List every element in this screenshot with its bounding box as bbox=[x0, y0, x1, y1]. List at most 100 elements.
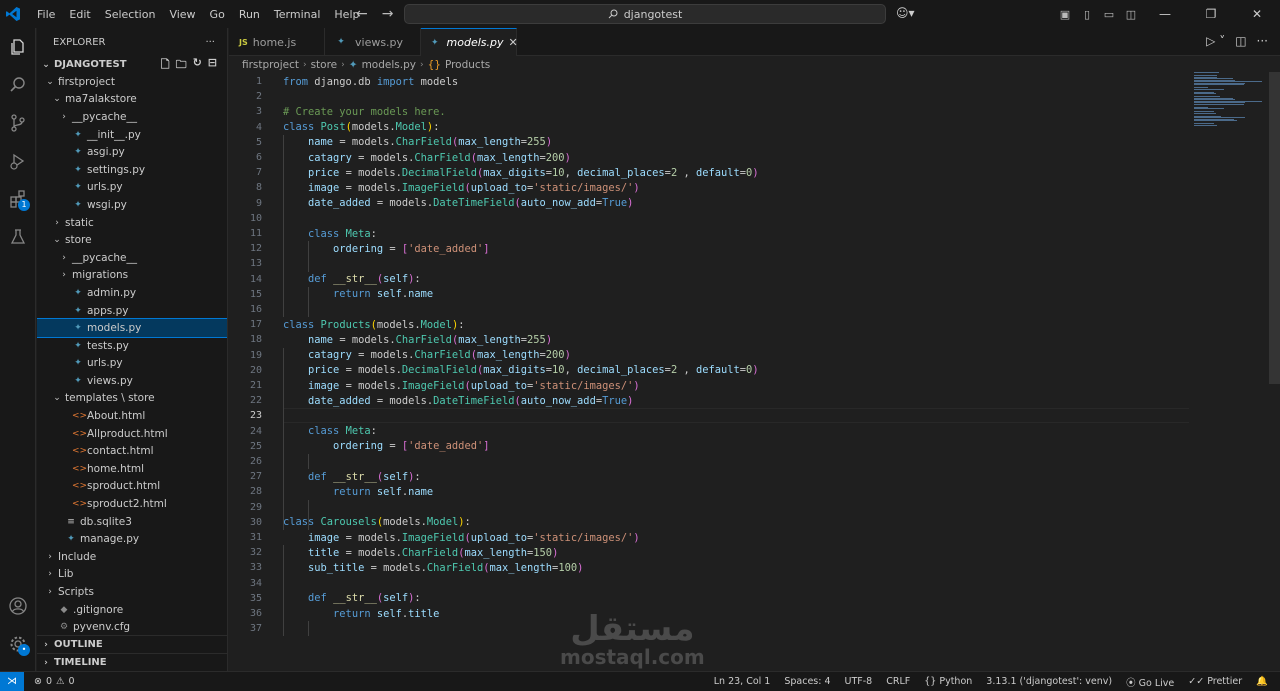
tree-item[interactable]: <> sproduct2.html bbox=[37, 495, 227, 513]
menu-edit[interactable]: Edit bbox=[62, 8, 97, 21]
line-number: 22 bbox=[249, 395, 262, 407]
prettier-button[interactable]: ✓✓ Prettier bbox=[1188, 676, 1242, 687]
forward-arrow-icon[interactable]: → bbox=[382, 6, 394, 22]
timeline-section[interactable]: › TIMELINE bbox=[37, 653, 227, 671]
code-editor[interactable]: 1 from django.db import models 2 3 # Create … bbox=[229, 72, 1280, 671]
maximize-button[interactable]: ❐ bbox=[1188, 0, 1234, 28]
minimize-button[interactable]: — bbox=[1142, 0, 1188, 28]
tree-item[interactable]: ✦ tests.py bbox=[37, 337, 227, 355]
end-of-line[interactable]: CRLF bbox=[886, 676, 910, 687]
command-center-search[interactable]: djangotest bbox=[404, 4, 886, 24]
tree-item[interactable]: › __pycache__ bbox=[37, 108, 227, 126]
vertical-scrollbar[interactable] bbox=[1269, 72, 1280, 384]
split-editor-icon[interactable]: ◫ bbox=[1235, 34, 1246, 48]
tree-item[interactable]: ✦ urls.py bbox=[37, 179, 227, 197]
python-interpreter[interactable]: 3.13.1 ('djangotest': venv) bbox=[986, 676, 1112, 687]
breadcrumb-item[interactable]: Products bbox=[445, 59, 490, 71]
extensions-activity[interactable]: 1 bbox=[0, 180, 36, 218]
tree-item[interactable]: <> About.html bbox=[37, 407, 227, 425]
tree-item[interactable]: › Lib bbox=[37, 566, 227, 584]
tree-item[interactable]: › __pycache__ bbox=[37, 249, 227, 267]
indentation[interactable]: Spaces: 4 bbox=[784, 676, 830, 687]
tree-item[interactable]: › migrations bbox=[37, 267, 227, 285]
tree-item[interactable]: ⌄ templates \ store bbox=[37, 390, 227, 408]
tree-item[interactable]: <> sproduct.html bbox=[37, 478, 227, 496]
toggle-sidebar-icon[interactable]: ▯ bbox=[1076, 8, 1098, 21]
tree-item[interactable]: › Scripts bbox=[37, 583, 227, 601]
tree-item[interactable]: ✦ settings.py bbox=[37, 161, 227, 179]
tree-item[interactable]: ✦ urls.py bbox=[37, 355, 227, 373]
menu-view[interactable]: View bbox=[162, 8, 202, 21]
tree-item[interactable]: ⌄ firstproject bbox=[37, 73, 227, 91]
tab-views-py[interactable]: ✦ views.py bbox=[325, 28, 421, 56]
notifications-icon[interactable]: 🔔 bbox=[1256, 676, 1268, 687]
testing-activity[interactable] bbox=[0, 218, 36, 256]
menu-terminal[interactable]: Terminal bbox=[267, 8, 328, 21]
collapse-all-icon[interactable]: ⊟ bbox=[208, 56, 217, 75]
menu-run[interactable]: Run bbox=[232, 8, 267, 21]
tree-item[interactable]: ✦ views.py bbox=[37, 372, 227, 390]
new-folder-icon[interactable]: 🗀 bbox=[176, 56, 187, 75]
tree-item[interactable]: ✦ models.py bbox=[37, 318, 227, 338]
code-token: import bbox=[376, 75, 421, 88]
tree-item[interactable]: <> home.html bbox=[37, 460, 227, 478]
run-file-icon[interactable]: ▷ ˅ bbox=[1206, 34, 1225, 48]
tree-item[interactable]: ✦ __init__.py bbox=[37, 126, 227, 144]
source-control-activity[interactable] bbox=[0, 104, 36, 142]
tree-item[interactable]: › Include bbox=[37, 548, 227, 566]
customize-layout-icon[interactable]: ▣ bbox=[1054, 8, 1076, 21]
chevron-down-icon: ⌄ bbox=[53, 393, 61, 404]
more-actions-icon[interactable]: ··· bbox=[1257, 34, 1268, 48]
breadcrumb-item[interactable]: firstproject bbox=[242, 59, 299, 71]
toggle-secondary-sidebar-icon[interactable]: ◫ bbox=[1120, 8, 1142, 21]
tab-models-py[interactable]: ✦ models.py ✕ bbox=[421, 28, 518, 56]
tree-item[interactable]: ⌄ store bbox=[37, 231, 227, 249]
manage-activity[interactable]: • bbox=[0, 625, 36, 663]
menu-file[interactable]: File bbox=[30, 8, 62, 21]
search-activity[interactable] bbox=[0, 66, 36, 104]
close-tab-icon[interactable]: ✕ bbox=[509, 36, 518, 49]
tree-item[interactable]: <> contact.html bbox=[37, 442, 227, 460]
accounts-activity[interactable] bbox=[0, 587, 36, 625]
line-number: 16 bbox=[249, 304, 262, 316]
tree-item[interactable]: ⌄ ma7alakstore bbox=[37, 91, 227, 109]
toggle-panel-icon[interactable]: ▭ bbox=[1098, 8, 1120, 21]
tree-item[interactable]: ◆ .gitignore bbox=[37, 601, 227, 619]
remote-indicator-icon[interactable]: ⋊ bbox=[0, 672, 24, 691]
tree-item[interactable]: ✦ admin.py bbox=[37, 284, 227, 302]
language-mode[interactable]: {} Python bbox=[924, 676, 972, 687]
tree-item[interactable]: › static bbox=[37, 214, 227, 232]
breadcrumb-item[interactable]: store bbox=[311, 59, 338, 71]
cursor-position[interactable]: Ln 23, Col 1 bbox=[714, 676, 771, 687]
run-debug-activity[interactable] bbox=[0, 142, 36, 180]
go-live-button[interactable]: ⦿ Go Live bbox=[1126, 675, 1174, 689]
outline-section[interactable]: › OUTLINE bbox=[37, 635, 227, 653]
breadcrumb-item[interactable]: models.py bbox=[362, 59, 416, 71]
code-token: return bbox=[333, 288, 377, 301]
tree-item[interactable]: ✦ manage.py bbox=[37, 530, 227, 548]
code-text: name = models.CharField(max_length=255) bbox=[283, 136, 552, 148]
tree-item[interactable]: ≡ db.sqlite3 bbox=[37, 513, 227, 531]
menu-selection[interactable]: Selection bbox=[98, 8, 163, 21]
tree-item[interactable]: ✦ asgi.py bbox=[37, 143, 227, 161]
encoding[interactable]: UTF-8 bbox=[845, 676, 873, 687]
close-window-button[interactable]: ✕ bbox=[1234, 0, 1280, 28]
tree-item[interactable]: ⚙ pyvenv.cfg bbox=[37, 618, 227, 636]
back-arrow-icon[interactable]: ← bbox=[356, 6, 368, 22]
explorer-more-icon[interactable]: ··· bbox=[205, 37, 215, 48]
refresh-icon[interactable]: ↻ bbox=[193, 56, 202, 75]
minimap[interactable] bbox=[1190, 72, 1268, 132]
explorer-activity[interactable] bbox=[0, 28, 36, 66]
code-token: = models. bbox=[339, 546, 402, 559]
tree-item[interactable]: ✦ apps.py bbox=[37, 302, 227, 320]
tree-item[interactable]: ✦ wsgi.py bbox=[37, 196, 227, 214]
problems-indicator[interactable]: ⊗ 0 ⚠ 0 bbox=[34, 676, 75, 687]
code-token: price bbox=[308, 364, 340, 377]
tree-item[interactable]: <> Allproduct.html bbox=[37, 425, 227, 443]
copilot-icon[interactable]: ☺▾ bbox=[896, 6, 915, 20]
new-file-icon[interactable]: 🗋 bbox=[161, 56, 170, 75]
workspace-root[interactable]: ⌄ DJANGOTEST 🗋 🗀 ↻ ⊟ bbox=[37, 56, 227, 73]
menu-go[interactable]: Go bbox=[203, 8, 232, 21]
tab-home-js[interactable]: JS home.js bbox=[229, 28, 325, 56]
